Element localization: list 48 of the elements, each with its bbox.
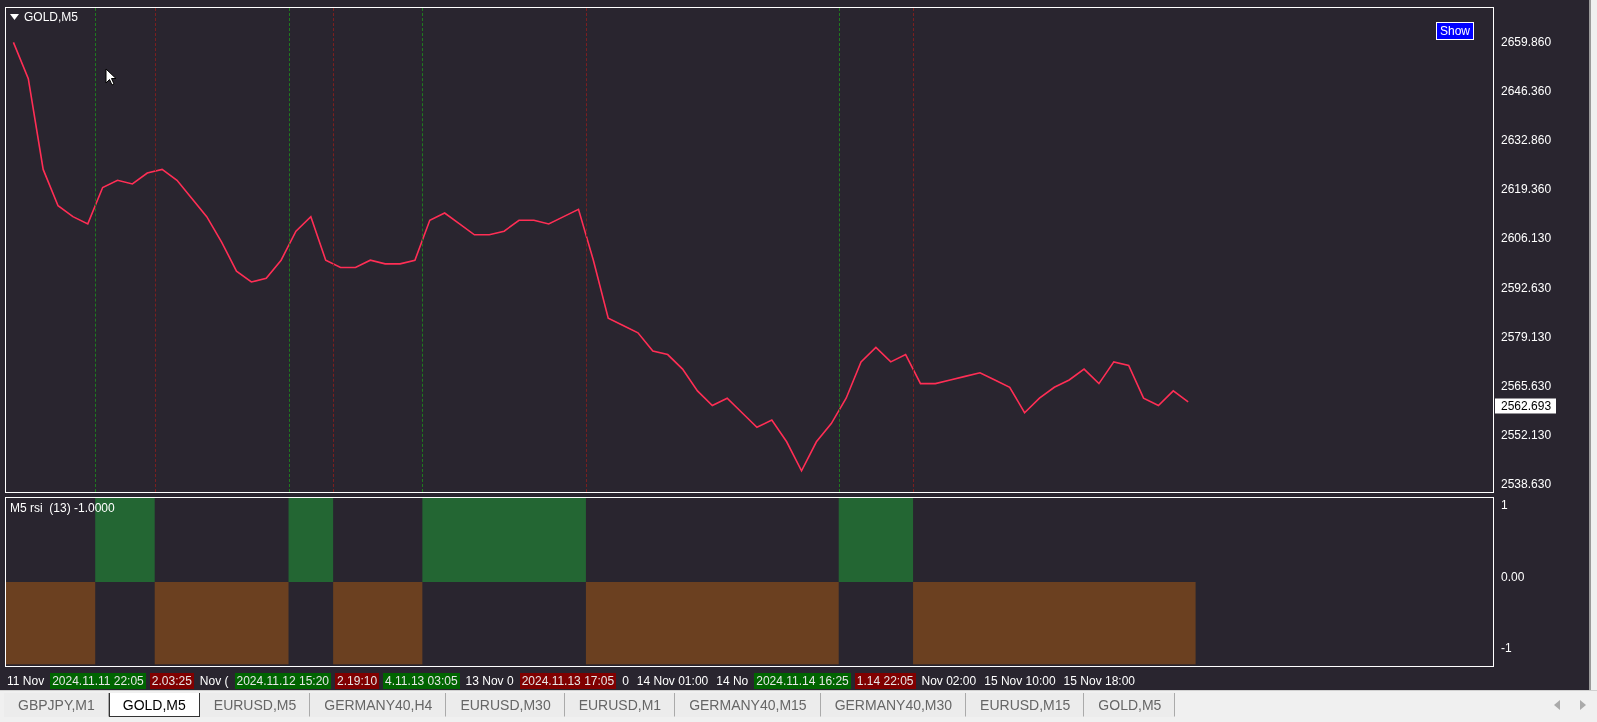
indicator-axis-label: 1: [1501, 498, 1508, 512]
time-axis-label: 15 Nov 10:00: [983, 673, 1057, 688]
price-axis-label: 2592.630: [1501, 280, 1552, 295]
dropdown-triangle-icon[interactable]: [10, 14, 19, 20]
scroll-right-icon[interactable]: [1579, 700, 1587, 710]
time-axis-label: 11 Nov: [6, 673, 46, 688]
chart-tab[interactable]: GBPJPY,M1: [4, 693, 109, 717]
price-axis-label: 2606.130: [1501, 231, 1552, 246]
chart-tab[interactable]: GERMANY40,H4: [310, 693, 447, 717]
last-price-label: 2562.693: [1495, 398, 1557, 414]
time-axis-label: 0: [621, 673, 630, 688]
time-tag: 2024.11.11 22:05: [50, 672, 146, 689]
time-tag: 1.14 22:05: [854, 672, 916, 689]
price-axis-label: 2538.630: [1501, 477, 1552, 491]
time-axis-label: 15 Nov 18:00: [1062, 673, 1136, 688]
chart-tab[interactable]: EURUSD,M1: [564, 693, 676, 717]
time-axis-label: 14 Nov 01:00: [635, 673, 710, 688]
indicator-label: M5 rsi (13) -1.0000: [10, 501, 115, 515]
chart-tab[interactable]: EURUSD,M15: [966, 693, 1085, 717]
chart-tab[interactable]: GERMANY40,M15: [675, 693, 821, 717]
time-tag: 2024.11.14 16:25: [754, 672, 851, 689]
time-axis-label: 14 No: [715, 673, 750, 688]
chart-tab[interactable]: EURUSD,M5: [199, 693, 311, 717]
scroll-left-icon[interactable]: [1553, 700, 1561, 710]
price-axis-label: 2632.860: [1501, 133, 1552, 148]
price-axis-label: 2552.130: [1501, 427, 1552, 442]
indicator-axis-label: 0.00: [1501, 569, 1525, 584]
price-axis-label: 2579.130: [1501, 329, 1552, 344]
time-tag: 2024.11.12 15:20: [234, 672, 332, 689]
time-axis-label: 13 Nov 0: [464, 673, 515, 688]
price-axis-label: 2646.360: [1501, 84, 1552, 99]
time-axis-label: Nov 02:00: [920, 673, 978, 688]
chart-tab[interactable]: GOLD,M5: [108, 693, 200, 717]
time-tag: 2.19:10: [335, 672, 380, 689]
show-button[interactable]: Show: [1435, 22, 1474, 40]
chart-title: GOLD,M5: [24, 10, 78, 24]
time-axis-label: Nov (: [198, 673, 230, 688]
chart-tab[interactable]: GERMANY40,M30: [820, 693, 967, 717]
chart-tab[interactable]: EURUSD,M30: [446, 693, 565, 717]
price-axis-label: 2565.630: [1501, 378, 1552, 393]
chart-tab[interactable]: GOLD,M5: [1084, 693, 1176, 717]
mouse-pointer-icon: [105, 68, 117, 86]
indicator-axis-label: -1: [1501, 641, 1512, 655]
time-tag: 2024.11.13 17:05: [519, 672, 617, 689]
time-tag: 2.03:25: [149, 672, 194, 689]
time-tag: 4.11.13 03:05: [383, 672, 460, 689]
price-axis-label: 2619.360: [1501, 182, 1552, 197]
price-axis-label: 2659.860: [1501, 35, 1552, 49]
